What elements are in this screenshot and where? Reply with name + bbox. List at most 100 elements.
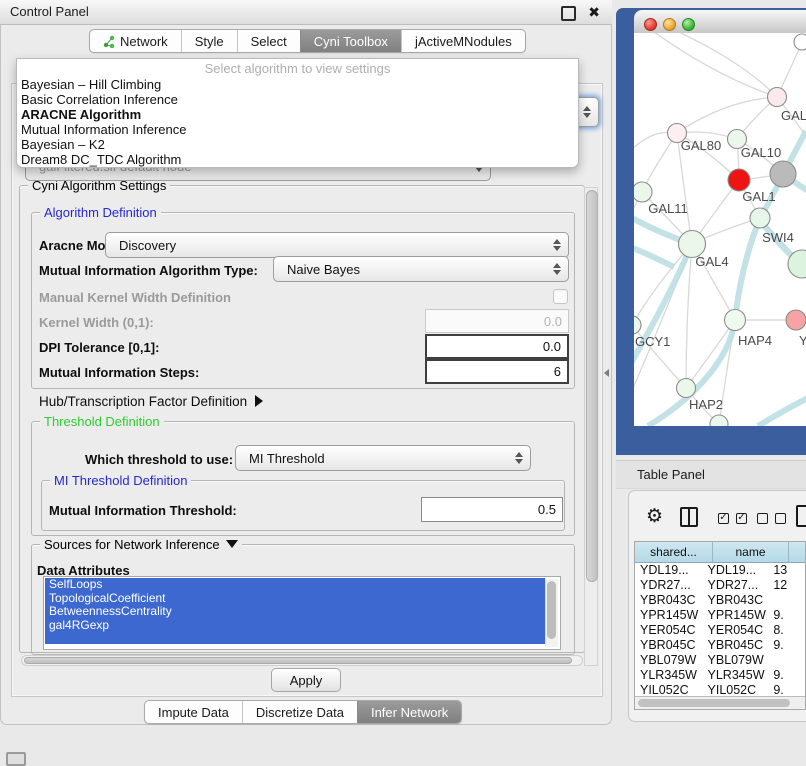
window-zoom-icon[interactable] — [682, 18, 695, 31]
network-edge[interactable] — [758, 397, 806, 426]
deselect-checkbox-icon[interactable] — [775, 513, 786, 524]
network-edge[interactable] — [735, 218, 760, 320]
node-label: GAL4 — [695, 254, 728, 269]
node-hap4[interactable] — [725, 310, 746, 331]
scrollbar-thumb[interactable] — [24, 657, 572, 664]
list-item[interactable]: SelfLoops — [45, 578, 545, 592]
tab-infer-network[interactable]: Infer Network — [357, 701, 461, 723]
settings-vscrollbar[interactable] — [584, 187, 598, 666]
node-unlabeled-bottom[interactable] — [710, 415, 728, 426]
node-unlabeled-top[interactable] — [794, 34, 806, 50]
node-gal11[interactable] — [634, 182, 652, 202]
table-row[interactable]: YLR345WYLR345W9. — [635, 668, 805, 683]
float-icon[interactable] — [561, 6, 576, 21]
data-attributes-list[interactable]: SelfLoopsTopologicalCoefficientBetweenne… — [43, 576, 561, 650]
mi-threshold-field[interactable]: 0.5 — [421, 497, 563, 522]
mi-steps-field[interactable]: 6 — [425, 359, 569, 384]
dropdown-item[interactable]: Dream8 DC_TDC Algorithm — [17, 152, 578, 167]
close-icon[interactable]: ✖ — [588, 2, 600, 22]
node-label: Y — [799, 333, 806, 348]
dropdown-item[interactable]: Mutual Information Inference — [17, 122, 578, 137]
which-threshold-combobox[interactable]: MI Threshold — [235, 445, 531, 471]
network-edge[interactable] — [672, 33, 777, 97]
column-header[interactable] — [789, 542, 806, 563]
node-label: GAL1 — [742, 189, 775, 204]
dropdown-item[interactable]: ARACNE Algorithm — [17, 107, 578, 122]
document-icon[interactable] — [796, 505, 806, 527]
scrollbar-thumb[interactable] — [638, 699, 790, 707]
node-y-cut[interactable] — [786, 310, 806, 330]
table-row[interactable]: YBL079WYBL079W — [635, 653, 805, 668]
tab-style[interactable]: Style — [181, 30, 237, 52]
attributes-scrollbar[interactable] — [545, 579, 558, 647]
split-pane-collapse-icon[interactable] — [604, 369, 609, 377]
window-close-icon[interactable] — [644, 18, 657, 31]
tab-select[interactable]: Select — [237, 30, 300, 52]
network-window-titlebar[interactable] — [634, 10, 806, 34]
table-row[interactable]: YPR145WYPR145W9. — [635, 608, 805, 623]
mi-threshold-label: Mutual Information Threshold: — [49, 503, 237, 518]
dropdown-item[interactable]: Bayesian – Hill Climbing — [17, 77, 578, 92]
node-unlabeled-gray[interactable] — [770, 161, 796, 187]
dropdown-item[interactable]: Basic Correlation Inference — [17, 92, 578, 107]
aracne-mode-combobox[interactable]: Discovery — [105, 232, 569, 258]
table-row[interactable]: YBR043CYBR043C — [635, 593, 805, 608]
column-header[interactable]: shared... — [635, 542, 713, 563]
scrollbar-thumb[interactable] — [547, 581, 556, 639]
node-hap2[interactable] — [677, 379, 696, 398]
table-row[interactable]: YBR045CYBR045C9. — [635, 638, 805, 653]
tab-jactivemnodules[interactable]: jActiveMNodules — [401, 30, 525, 52]
network-edge[interactable] — [686, 244, 692, 388]
select-all-checkbox-icon[interactable]: ✓ — [718, 513, 729, 524]
table-row[interactable]: YDR27...YDR27...12 — [635, 578, 805, 593]
node-gal-cut[interactable] — [768, 88, 787, 107]
network-edge[interactable] — [634, 247, 674, 267]
columns-icon[interactable] — [680, 507, 698, 527]
dpi-tolerance-field[interactable]: 0.0 — [425, 334, 569, 359]
deselect-checkbox-icon[interactable] — [757, 513, 768, 524]
tab-discretize-data[interactable]: Discretize Data — [242, 701, 357, 723]
collapse-icon[interactable] — [226, 540, 238, 548]
manual-kernel-checkbox[interactable] — [553, 289, 568, 304]
column-header[interactable]: name — [713, 542, 789, 563]
network-edge[interactable] — [677, 97, 777, 133]
hub-definition-expander[interactable]: Hub/Transcription Factor Definition — [39, 394, 263, 409]
node-label: GAL80 — [681, 138, 721, 153]
node-gal1[interactable] — [728, 169, 750, 191]
network-canvas[interactable]: GALGAL80GAL10GAL1GAL11SWI4GAL4GCY1HAP4YH… — [634, 33, 806, 426]
list-item[interactable]: gal4RGexp — [45, 619, 545, 633]
check-glyph: ✓ — [737, 512, 745, 523]
select-all-checkbox-icon[interactable]: ✓ — [736, 513, 747, 524]
table-row[interactable]: YER054CYER054C8. — [635, 623, 805, 638]
mi-type-value: Naive Bayes — [287, 257, 360, 281]
table-row[interactable]: YDL19...YDL19...13 — [635, 563, 805, 578]
gear-icon[interactable]: ⚙ — [646, 506, 663, 528]
scrollbar-thumb[interactable] — [586, 190, 598, 582]
mi-type-combobox[interactable]: Naive Bayes — [273, 256, 569, 282]
tab-impute-data[interactable]: Impute Data — [145, 701, 242, 723]
network-edge[interactable] — [686, 320, 735, 388]
mi-threshold-group-title: MI Threshold Definition — [50, 473, 191, 488]
tab-network[interactable]: Network — [90, 30, 181, 52]
table-hscrollbar[interactable] — [635, 696, 805, 709]
settings-hscrollbar[interactable] — [21, 655, 583, 666]
node-table[interactable]: shared...name YDL19...YDL19...13YDR27...… — [634, 541, 806, 710]
dock-corner-icon[interactable] — [6, 752, 26, 766]
network-edge[interactable] — [650, 33, 777, 97]
node-swi4[interactable] — [750, 208, 770, 228]
table-cell: YDR27... — [703, 578, 769, 593]
tab-cyni-toolbox[interactable]: Cyni Toolbox — [300, 30, 401, 52]
dropdown-item[interactable]: Bayesian – K2 — [17, 137, 578, 152]
list-item[interactable]: BetweennessCentrality — [45, 605, 545, 619]
window-minimize-icon[interactable] — [663, 18, 676, 31]
table-row[interactable]: YIL052CYIL052C9. — [635, 683, 805, 697]
tab-label: Style — [195, 34, 224, 49]
apply-button[interactable]: Apply — [271, 668, 341, 692]
node-gcy1[interactable] — [634, 316, 641, 334]
manual-kernel-label: Manual Kernel Width Definition — [39, 290, 231, 305]
network-edge[interactable] — [634, 244, 692, 325]
list-item[interactable]: TopologicalCoefficient — [45, 592, 545, 606]
table-cell: YBR043C — [703, 593, 769, 608]
chevron-updown-icon — [515, 452, 523, 464]
list-item-partial[interactable] — [45, 632, 545, 644]
